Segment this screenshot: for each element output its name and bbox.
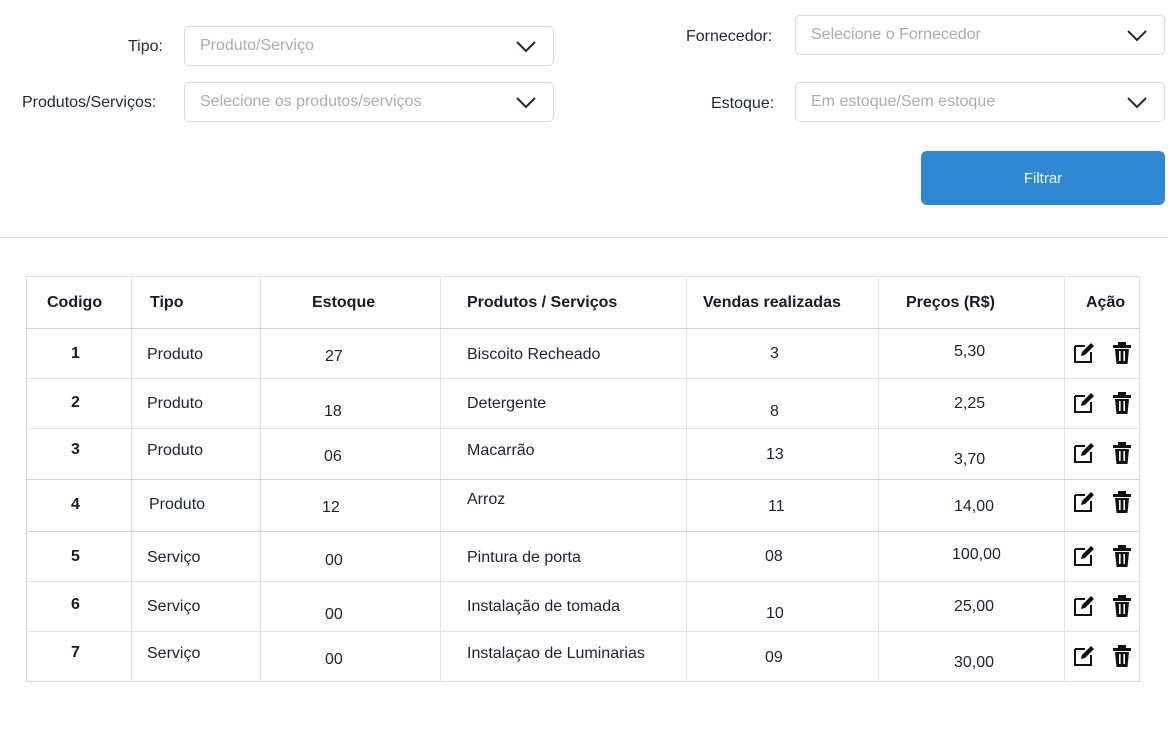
cell-codigo: 6: [71, 596, 80, 613]
trash-icon[interactable]: [1110, 644, 1134, 668]
chevron-down-icon: [516, 41, 536, 53]
cell-tipo: Produto: [147, 442, 204, 459]
cell-preco: 100,00: [952, 546, 1001, 563]
cell-vendas: 8: [770, 403, 779, 420]
trash-icon[interactable]: [1110, 490, 1134, 514]
cell-tipo: Produto: [147, 395, 204, 412]
section-divider: [0, 237, 1168, 238]
estoque-select-placeholder: Em estoque/Sem estoque: [811, 93, 996, 110]
cell-produto: Instalação de tomada: [467, 598, 620, 615]
cell-preco: 3,70: [954, 451, 986, 468]
cell-produto: Detergente: [467, 395, 547, 412]
produtos-select-placeholder: Selecione os produtos/serviços: [200, 93, 422, 110]
trash-icon[interactable]: [1110, 544, 1134, 568]
estoque-select[interactable]: Em estoque/Sem estoque: [795, 82, 1165, 122]
cell-produto: Macarrão: [467, 442, 535, 459]
cell-produto: Arroz: [467, 491, 506, 508]
table-row: 7 Serviço 00 Instalaçao de Luminarias 09 30,0…: [26, 631, 1139, 681]
table-row: 2 Produto 18 Detergente 8 2,25: [26, 378, 1139, 428]
cell-produto: Biscoito Recheado: [467, 346, 601, 363]
column-header: Produtos / Serviços: [467, 294, 618, 311]
edit-icon[interactable]: [1072, 391, 1096, 415]
column-header: Ação: [1086, 294, 1126, 311]
table-row: 5 Serviço 00 Pintura de porta 08 100,00: [26, 531, 1139, 581]
cell-estoque: 06: [324, 448, 342, 465]
edit-icon[interactable]: [1072, 544, 1096, 568]
cell-tipo: Produto: [147, 346, 204, 363]
table-row: 4 Produto 12 Arroz 11 14,00: [26, 479, 1139, 531]
tipo-select-placeholder: Produto/Serviço: [200, 37, 314, 54]
table-row: 1 Produto 27 Biscoito Recheado 3 5,30: [26, 328, 1139, 378]
edit-icon[interactable]: [1072, 594, 1096, 618]
cell-tipo: Serviço: [147, 645, 201, 662]
tipo-label: Tipo:: [128, 38, 163, 55]
cell-preco: 30,00: [954, 654, 995, 671]
cell-estoque: 00: [325, 651, 343, 668]
column-header: Preços (R$): [906, 294, 995, 311]
column-header: Vendas realizadas: [703, 294, 841, 311]
column-header: Estoque: [312, 294, 376, 311]
cell-vendas: 3: [770, 345, 779, 362]
cell-vendas: 08: [765, 548, 783, 565]
cell-tipo: Produto: [149, 496, 206, 513]
column-header: Codigo: [47, 294, 103, 311]
edit-icon[interactable]: [1072, 341, 1096, 365]
cell-vendas: 13: [766, 446, 784, 463]
cell-codigo: 2: [71, 394, 80, 411]
chevron-down-icon: [1127, 30, 1147, 42]
cell-vendas: 10: [766, 605, 784, 622]
cell-estoque: 27: [325, 348, 343, 365]
produtos-select[interactable]: Selecione os produtos/serviços: [184, 82, 554, 122]
cell-tipo: Serviço: [147, 549, 201, 566]
estoque-label: Estoque:: [711, 95, 775, 112]
table-row: 3 Produto 06 Macarrão 13 3,70: [26, 428, 1139, 479]
cell-codigo: 5: [71, 548, 80, 565]
cell-codigo: 3: [71, 441, 80, 458]
cell-preco: 25,00: [954, 598, 995, 615]
cell-estoque: 00: [325, 606, 343, 623]
edit-icon[interactable]: [1072, 441, 1096, 465]
cell-preco: 14,00: [954, 498, 995, 515]
cell-codigo: 7: [71, 644, 80, 661]
cell-estoque: 12: [322, 499, 340, 516]
edit-icon[interactable]: [1072, 490, 1096, 514]
table-row: 6 Serviço 00 Instalação de tomada 10 25,00: [26, 581, 1139, 631]
column-header: Tipo: [150, 294, 184, 311]
products-table: Codigo Tipo Estoque Produtos / Serviços Vend…: [26, 276, 1140, 682]
edit-icon[interactable]: [1072, 644, 1096, 668]
fornecedor-select[interactable]: Selecione o Fornecedor: [795, 15, 1165, 55]
filter-button[interactable]: Filtrar: [921, 151, 1165, 205]
cell-tipo: Serviço: [147, 598, 201, 615]
fornecedor-select-placeholder: Selecione o Fornecedor: [811, 26, 981, 43]
cell-estoque: 00: [325, 552, 343, 569]
cell-preco: 2,25: [954, 395, 986, 412]
tipo-select[interactable]: Produto/Serviço: [184, 26, 554, 66]
fornecedor-label: Fornecedor:: [686, 28, 773, 45]
produtos-label: Produtos/Serviços:: [22, 94, 157, 111]
cell-produto: Instalaçao de Luminarias: [467, 645, 645, 662]
chevron-down-icon: [516, 97, 536, 109]
chevron-down-icon: [1127, 97, 1147, 109]
trash-icon[interactable]: [1110, 341, 1134, 365]
trash-icon[interactable]: [1110, 391, 1134, 415]
cell-preco: 5,30: [954, 343, 986, 360]
cell-produto: Pintura de porta: [467, 549, 581, 566]
trash-icon[interactable]: [1110, 441, 1134, 465]
cell-codigo: 4: [71, 496, 80, 513]
trash-icon[interactable]: [1110, 594, 1134, 618]
cell-codigo: 1: [71, 345, 80, 362]
cell-vendas: 09: [765, 649, 783, 666]
cell-vendas: 11: [768, 498, 785, 515]
cell-estoque: 18: [324, 403, 342, 420]
